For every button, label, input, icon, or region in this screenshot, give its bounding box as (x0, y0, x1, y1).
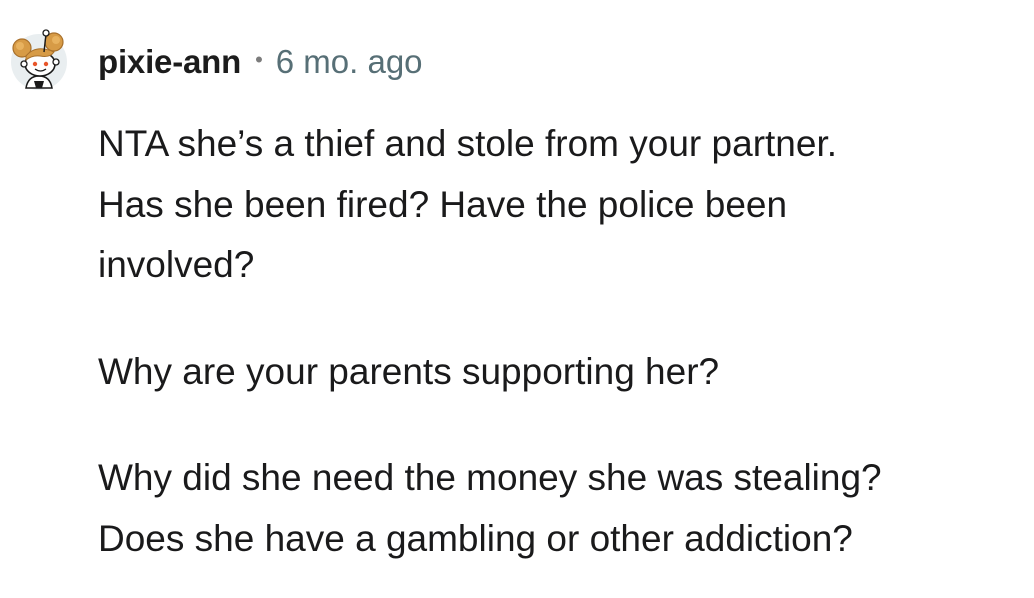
comment: pixie-ann • 6 mo. ago NTA she’s a thief … (0, 0, 1034, 598)
comment-paragraph: Why are your parents supporting her? (98, 342, 1018, 403)
comment-line: Has she been fired? Have the police been (98, 183, 788, 225)
comment-paragraph: Why did she need the money she was steal… (98, 448, 1018, 569)
comment-paragraph: NTA she’s a thief and stole from your pa… (98, 114, 1018, 296)
comment-header: pixie-ann • 6 mo. ago (98, 40, 423, 84)
username[interactable]: pixie-ann (98, 43, 241, 81)
comment-line: involved? (98, 244, 255, 285)
comment-line: NTA she’s a thief and stole from your pa… (98, 123, 838, 164)
comment-body: NTA she’s a thief and stole from your pa… (98, 114, 1018, 569)
snoo-avatar-icon (11, 29, 67, 90)
user-avatar[interactable] (6, 26, 72, 92)
timestamp[interactable]: 6 mo. ago (276, 43, 423, 81)
meta-separator: • (255, 47, 263, 72)
comment-line: Why are your parents supporting her? (98, 350, 720, 392)
comment-line: Why did she need the money she was steal… (98, 457, 882, 498)
comment-line: Does she have a gambling or other addict… (98, 517, 853, 559)
